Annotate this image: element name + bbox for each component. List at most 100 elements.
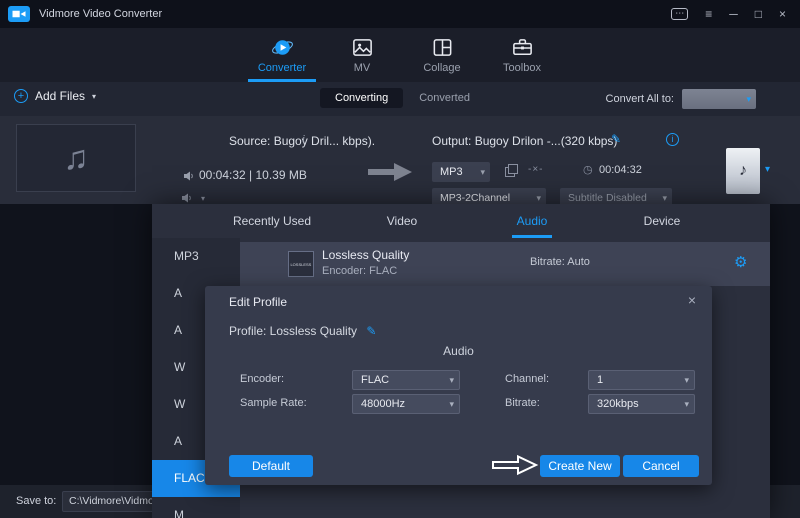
tab-converted[interactable]: Converted [419, 92, 470, 104]
source-mini-controls: ▾ [181, 192, 205, 204]
file-row: ♫ Source: Bugoy Dril... kbps). i 00:04:3… [0, 116, 800, 204]
sample-rate-label: Sample Rate: [240, 397, 307, 409]
convert-all-label: Convert All to: [606, 93, 674, 105]
encoder-value: FLAC [361, 374, 389, 386]
sidebar-item-mp3[interactable]: MP3 [152, 238, 240, 275]
merge-icon[interactable] [505, 164, 517, 176]
default-button[interactable]: Default [229, 455, 313, 477]
plus-icon: + [14, 89, 28, 103]
tab-collage[interactable]: Collage [402, 28, 482, 82]
source-duration-size: 00:04:32 | 10.39 MB [199, 168, 307, 182]
profile-title: Lossless Quality [322, 248, 409, 262]
add-files-button[interactable]: + Add Files ▾ [14, 89, 96, 103]
close-icon[interactable]: × [779, 8, 786, 20]
bitrate-select[interactable]: 320kbps ▾ [588, 394, 695, 414]
encoder-label: Encoder: [240, 373, 284, 385]
mv-image-icon [351, 36, 374, 59]
edit-profile-dialog: Edit Profile × Profile: Lossless Quality… [205, 286, 712, 485]
window-controls: ⋯ ≡ ─ □ × [671, 8, 786, 20]
tab-toolbox[interactable]: Toolbox [482, 28, 562, 82]
toolbox-icon [511, 36, 534, 59]
output-thumbnail: ♪ [726, 148, 760, 194]
tab-converting[interactable]: Converting [320, 88, 403, 108]
tab-mv-label: MV [354, 62, 371, 74]
format-select[interactable]: MP3 ▾ [432, 162, 490, 182]
nav-tabs: Converter MV Collage [242, 28, 562, 82]
clock-icon: ◷ [583, 163, 593, 176]
tab-mv[interactable]: MV [322, 28, 402, 82]
profile-popup-tabs: Recently Used Video Audio Device [207, 204, 727, 238]
channel-label: Channel: [505, 373, 549, 385]
caret-down-icon: ▾ [480, 162, 485, 182]
volume-icon[interactable] [181, 192, 193, 204]
main-nav: Converter MV Collage [0, 28, 800, 82]
cancel-button[interactable]: Cancel [623, 455, 699, 477]
app-title: Vidmore Video Converter [39, 8, 162, 20]
toolbar: + Add Files ▾ Converting Converted Conve… [0, 82, 800, 116]
output-info-icon[interactable]: i [666, 133, 679, 146]
minimize-icon[interactable]: ─ [729, 8, 738, 20]
maximize-icon[interactable]: □ [755, 8, 762, 20]
subtitle-value: Subtitle Disabled [568, 192, 647, 204]
add-files-caret-icon: ▾ [92, 92, 96, 101]
dialog-profile-label: Profile: Lossless Quality [229, 324, 357, 338]
audio-section-label: Audio [205, 344, 712, 358]
bitrate-value: 320kbps [597, 398, 639, 410]
caret-down-icon: ▾ [684, 371, 689, 389]
create-new-button[interactable]: Create New [540, 455, 620, 477]
titlebar: Vidmore Video Converter ⋯ ≡ ─ □ × [0, 0, 800, 28]
lossless-badge-text: LOSSLESS [291, 262, 312, 267]
tab-converter-label: Converter [258, 62, 306, 74]
cut-icon[interactable]: -×- [528, 164, 544, 175]
source-thumbnail: ♫ [16, 124, 136, 192]
sidebar-item[interactable]: M [152, 497, 240, 518]
music-note-icon: ♫ [63, 139, 89, 178]
caret-down-icon: ▾ [449, 371, 454, 389]
encoder-select[interactable]: FLAC ▾ [352, 370, 460, 390]
collage-grid-icon [431, 36, 454, 59]
profile-encoder: Encoder: FLAC [322, 265, 397, 277]
gear-icon[interactable]: ⚙ [734, 253, 747, 271]
menu-icon[interactable]: ≡ [705, 8, 712, 20]
speaker-icon [183, 170, 195, 182]
tab-toolbox-label: Toolbox [503, 62, 541, 74]
convert-all-group: Convert All to: ▾ [606, 89, 756, 109]
format-value: MP3 [440, 166, 463, 178]
output-duration: 00:04:32 [599, 164, 642, 176]
channel-value-dialog: 1 [597, 374, 603, 386]
source-info-icon[interactable]: i [302, 133, 305, 145]
convert-all-select[interactable]: ▾ [682, 89, 756, 109]
converter-play-icon [271, 36, 294, 59]
edit-output-icon[interactable]: ✎ [611, 132, 621, 146]
caret-down-icon: ▾ [746, 94, 751, 105]
channel-select-dialog[interactable]: 1 ▾ [588, 370, 695, 390]
dialog-profile-name: Profile: Lossless Quality ✎ [229, 324, 376, 338]
app-logo-icon [8, 6, 30, 22]
bitrate-label: Bitrate: [505, 397, 540, 409]
feedback-icon[interactable]: ⋯ [671, 8, 688, 20]
profile-row-lossless[interactable]: LOSSLESS Lossless Quality Encoder: FLAC … [240, 242, 770, 286]
convert-state-tabs: Converting Converted [320, 88, 470, 108]
chevron-down-icon[interactable]: ▾ [201, 194, 205, 203]
caret-down-icon: ▾ [684, 395, 689, 413]
dialog-title: Edit Profile [229, 295, 287, 309]
sample-rate-select[interactable]: 48000Hz ▾ [352, 394, 460, 414]
profile-popup: Recently Used Video Audio Device MP3 A A… [152, 204, 770, 518]
output-thumb-caret-icon[interactable]: ▾ [765, 164, 770, 175]
dialog-close-icon[interactable]: × [688, 292, 696, 308]
rename-profile-icon[interactable]: ✎ [366, 324, 376, 338]
tab-audio[interactable]: Audio [467, 204, 597, 238]
channel-value: MP3-2Channel [440, 192, 510, 204]
output-title: Output: Bugoy Drilon -...(320 kbps) [432, 134, 617, 148]
tab-video[interactable]: Video [337, 204, 467, 238]
convert-arrow-icon [366, 160, 414, 184]
tab-converter[interactable]: Converter [242, 28, 322, 82]
note-icon: ♪ [739, 162, 747, 180]
save-to-label: Save to: [16, 495, 56, 507]
tab-collage-label: Collage [423, 62, 460, 74]
caret-down-icon: ▾ [449, 395, 454, 413]
lossless-badge-icon: LOSSLESS [288, 251, 314, 277]
profile-bitrate: Bitrate: Auto [530, 256, 590, 268]
tab-device[interactable]: Device [597, 204, 727, 238]
tab-recently-used[interactable]: Recently Used [207, 204, 337, 238]
